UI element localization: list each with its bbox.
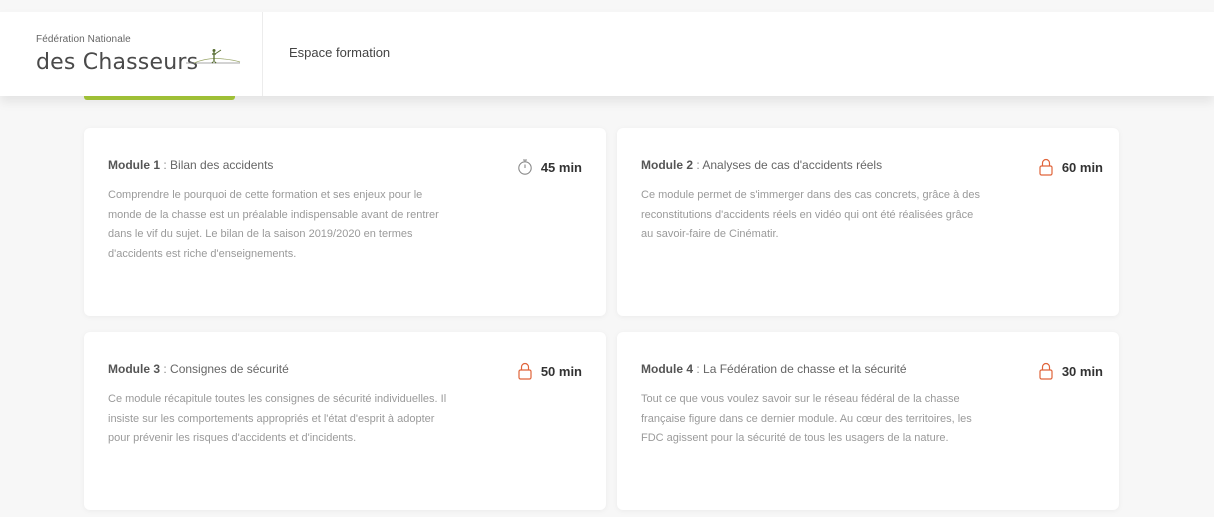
module-card-1[interactable]: Module 1 : Bilan des accidents 45 min Co… [84, 128, 606, 316]
fnc-logo[interactable]: Fédération Nationale des Chasseurs [36, 34, 241, 80]
top-header: Fédération Nationale des Chasseurs Espac… [0, 12, 1214, 96]
module-card-4[interactable]: Module 4 : La Fédération de chasse et la… [617, 332, 1119, 510]
module-name: La Fédération de chasse et la sécurité [703, 362, 907, 376]
module-label: Module 3 [108, 362, 161, 376]
module-title: Module 2 : Analyses de cas d'accidents r… [641, 158, 882, 172]
module-label: Module 4 [641, 362, 694, 376]
module-title: Module 1 : Bilan des accidents [108, 158, 273, 172]
module-separator: : [693, 158, 703, 172]
logo-line-1: Fédération Nationale [36, 34, 131, 45]
modules-grid: Module 1 : Bilan des accidents 45 min Co… [84, 128, 1119, 510]
module-card-3[interactable]: Module 3 : Consignes de sécurité 50 min … [84, 332, 606, 510]
module-name: Analyses de cas d'accidents réels [702, 158, 883, 172]
lock-icon [1039, 362, 1053, 380]
lock-icon [518, 362, 532, 380]
duration-value: 50 min [540, 363, 582, 379]
hunter-silhouette-icon [186, 49, 241, 64]
module-description: Ce module permet de s'immerger dans des … [641, 189, 980, 240]
duration-value: 30 min [1061, 363, 1103, 379]
duration-value: 60 min [1061, 159, 1103, 175]
module-separator: : [693, 362, 704, 376]
page: Fédération Nationale des Chasseurs Espac… [0, 0, 1214, 517]
module-duration: 30 min [1038, 362, 1103, 380]
lock-icon [1039, 158, 1053, 176]
module-description: Ce module récapitule toutes les consigne… [108, 393, 447, 444]
nav-espace-formation[interactable]: Espace formation [289, 45, 390, 60]
module-duration: 50 min [517, 362, 582, 380]
logo-line-2: des Chasseurs [36, 50, 199, 75]
header-divider [262, 12, 263, 96]
module-title: Module 3 : Consignes de sécurité [108, 362, 289, 376]
module-name: Consignes de sécurité [170, 362, 289, 376]
module-separator: : [160, 362, 171, 376]
duration-value: 45 min [540, 159, 582, 175]
module-name: Bilan des accidents [170, 158, 274, 172]
module-label: Module 1 [108, 158, 161, 172]
module-duration: 60 min [1038, 158, 1103, 176]
timer-icon [518, 159, 532, 175]
module-duration: 45 min [517, 158, 582, 176]
module-description: Comprendre le pourquoi de cette formatio… [108, 189, 439, 260]
module-label: Module 2 [641, 158, 694, 172]
module-separator: : [160, 158, 171, 172]
module-title: Module 4 : La Fédération de chasse et la… [641, 362, 907, 376]
module-description: Tout ce que vous voulez savoir sur le ré… [641, 393, 972, 444]
module-card-2[interactable]: Module 2 : Analyses de cas d'accidents r… [617, 128, 1119, 316]
